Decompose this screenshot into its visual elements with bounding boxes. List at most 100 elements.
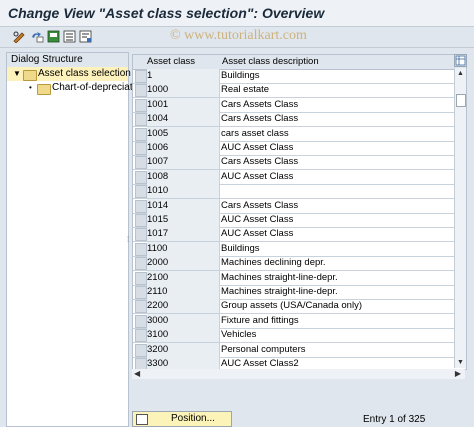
asset-class-cell: 1008 [147,169,220,184]
row-selector[interactable] [135,271,147,285]
row-selector[interactable] [135,257,147,271]
row-selector[interactable] [135,300,147,314]
row-selector[interactable] [135,214,147,227]
row-selector[interactable] [135,170,147,184]
tree-node-label: Asset class selection [38,68,131,79]
scroll-right-icon[interactable]: ▶ [455,369,461,378]
dialog-structure-panel: Dialog Structure ▼ Asset class selection… [6,52,146,427]
table-row[interactable]: 2110 Machines straight-line-depr. [133,285,466,300]
table-row[interactable]: 1006 AUC Asset Class [133,141,466,156]
dialog-structure-header: Dialog Structure [7,53,128,68]
description-cell[interactable]: Fixture and fittings [221,314,452,328]
save-list-icon[interactable] [47,30,61,43]
table-row[interactable]: 1008 AUC Asset Class [133,169,466,185]
previous-entry-icon[interactable] [63,30,77,43]
change-display-icon[interactable] [30,30,44,43]
row-selector[interactable] [135,343,147,357]
table-row[interactable]: 3000 Fixture and fittings [133,313,466,329]
asset-class-cell: 1006 [147,141,220,155]
table-settings-icon[interactable] [454,54,467,67]
glasses-edit-icon[interactable] [12,30,26,43]
table-row[interactable]: 1 Buildings [133,69,466,84]
asset-class-cell: 2200 [147,299,220,314]
row-selector[interactable] [135,329,147,343]
position-button[interactable]: Position... [132,411,232,427]
row-selector[interactable] [135,242,147,256]
description-cell[interactable]: Machines straight-line-depr. [221,285,452,299]
row-selector[interactable] [135,70,147,83]
table-row[interactable]: 1004 Cars Assets Class [133,112,466,128]
table-row[interactable]: 1015 AUC Asset Class [133,213,466,228]
row-selector[interactable] [135,185,147,199]
vertical-scrollbar[interactable]: ▲ ▼ [454,68,466,368]
column-header-description[interactable]: Asset class description [222,55,319,69]
description-cell[interactable]: Buildings [221,242,452,256]
asset-class-cell: 1100 [147,241,220,256]
scroll-down-icon[interactable]: ▼ [455,357,466,368]
table-row[interactable]: 1010 [133,184,466,200]
horizontal-scrollbar[interactable]: ◀ ▶ [132,369,465,379]
expand-down-icon[interactable]: ▼ [13,67,21,81]
next-entry-icon[interactable] [79,30,93,43]
description-cell[interactable]: Cars Assets Class [221,199,452,213]
folder-icon [37,84,51,95]
description-cell[interactable]: Group assets (USA/Canada only) [221,299,452,313]
row-selector[interactable] [135,286,147,299]
description-cell[interactable]: Cars Assets Class [221,98,452,112]
description-cell[interactable]: Personal computers [221,343,452,357]
row-selector[interactable] [135,98,147,112]
position-button-label: Position... [171,413,215,424]
table-row[interactable]: 3100 Vehicles [133,328,466,344]
table-row[interactable]: 2100 Machines straight-line-depr. [133,270,466,286]
table-row[interactable]: 1001 Cars Assets Class [133,97,466,113]
column-header-asset-class[interactable]: Asset class [147,55,195,69]
description-cell[interactable]: AUC Asset Class [221,170,452,184]
asset-class-cell: 3100 [147,328,220,343]
scroll-left-icon[interactable]: ◀ [134,369,140,378]
asset-class-cell: 2100 [147,270,220,285]
row-selector[interactable] [135,127,147,141]
table-row[interactable]: 1014 Cars Assets Class [133,198,466,214]
tree-node-chart-of-depreciation[interactable]: • Chart-of-depreciation [7,81,146,95]
row-selector[interactable] [135,199,147,213]
entry-counter: Entry 1 of 325 [363,414,426,425]
description-cell[interactable]: Real estate [221,83,452,97]
description-cell[interactable]: Machines straight-line-depr. [221,271,452,285]
description-cell[interactable]: Vehicles [221,328,452,342]
row-selector[interactable] [135,84,147,98]
description-cell[interactable]: Machines declining depr. [221,256,452,270]
table-row[interactable]: 1007 Cars Assets Class [133,155,466,171]
row-selector[interactable] [135,228,147,242]
asset-class-table: Asset class Asset class description 1 Bui… [132,54,467,370]
row-selector[interactable] [135,314,147,328]
description-cell[interactable] [221,184,452,198]
asset-class-cell: 1 [147,69,220,83]
asset-class-cell: 2000 [147,256,220,271]
asset-class-cell: 1005 [147,126,220,141]
row-selector[interactable] [135,113,147,127]
description-cell[interactable]: Buildings [221,69,452,83]
table-row[interactable]: 1005 cars asset class [133,126,466,142]
description-cell[interactable]: Cars Assets Class [221,112,452,126]
description-cell[interactable]: Cars Assets Class [221,155,452,169]
table-row[interactable]: 1100 Buildings [133,241,466,257]
asset-class-cell: 1004 [147,112,220,127]
table-row[interactable]: 3200 Personal computers [133,342,466,358]
description-cell[interactable]: AUC Asset Class [221,227,452,241]
table-row[interactable]: 1000 Real estate [133,83,466,99]
table-row[interactable]: 2000 Machines declining depr. [133,256,466,272]
description-cell[interactable]: AUC Asset Class [221,141,452,155]
row-selector[interactable] [135,142,147,155]
description-cell[interactable]: cars asset class [221,127,452,141]
table-row[interactable]: 2200 Group assets (USA/Canada only) [133,299,466,315]
tree-node-asset-class-selection[interactable]: ▼ Asset class selection [7,67,131,81]
row-selector[interactable] [135,156,147,170]
description-cell[interactable]: AUC Asset Class [221,213,452,227]
scroll-thumb[interactable] [456,94,466,107]
table-row[interactable]: 1017 AUC Asset Class [133,227,466,243]
asset-class-cell: 1000 [147,83,220,98]
title-bar: Change View "Asset class selection": Ove… [0,0,474,27]
scroll-up-icon[interactable]: ▲ [455,68,466,79]
splitter-handle[interactable]: ⁞ [127,235,130,245]
watermark: © www.tutorialkart.com [170,28,307,43]
